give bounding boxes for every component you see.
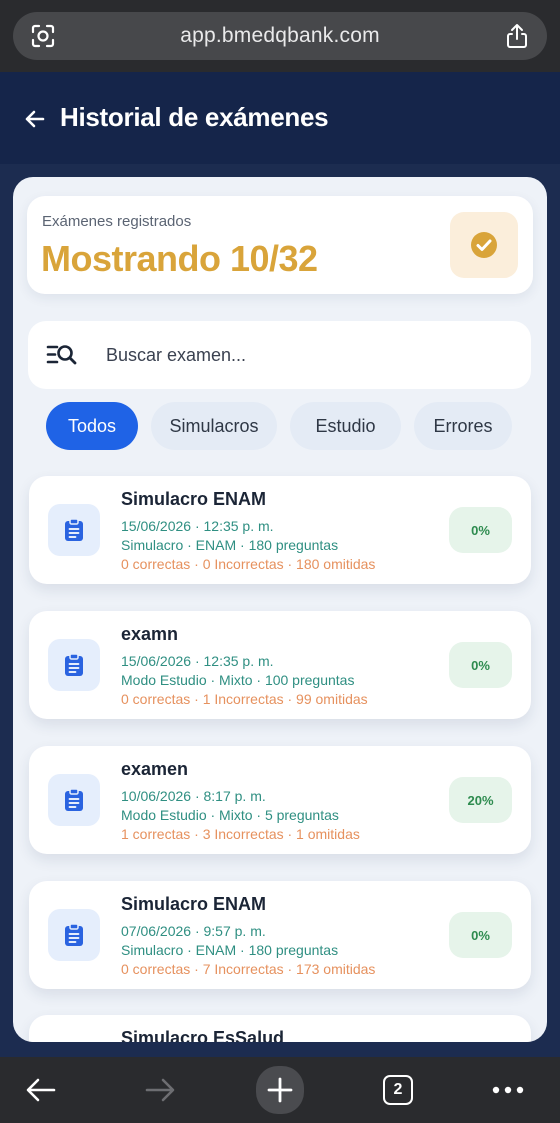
address-bar[interactable]: app.bmedqbank.com [13, 12, 547, 60]
search-bar[interactable] [28, 321, 531, 389]
browser-back-button[interactable] [19, 1068, 63, 1112]
exam-icon-box [48, 639, 100, 691]
arrow-left-icon [26, 1078, 56, 1102]
summary-card: Exámenes registrados Mostrando 10/32 [27, 196, 533, 294]
browser-toolbar: app.bmedqbank.com [0, 0, 560, 72]
content-panel: Exámenes registrados Mostrando 10/32 Tod… [13, 177, 547, 1042]
check-circle-icon [471, 232, 497, 258]
exam-title: Simulacro ENAM [121, 894, 267, 914]
page-title: Historial de exámenes [60, 102, 329, 132]
tab-todos[interactable]: Todos [46, 402, 138, 450]
score-badge: 0% [449, 912, 512, 958]
exam-meta: Simulacro · ENAM · 180 preguntas [121, 537, 339, 553]
exam-card[interactable]: Simulacro EsSalud [29, 1015, 531, 1042]
browser-bottom-toolbar: 2 [0, 1057, 560, 1123]
exam-stats: 0 correctas · 1 Incorrectas · 99 omitida… [121, 691, 368, 707]
exam-card[interactable]: Simulacro ENAM 15/06/2026 · 12:35 p. m. … [29, 476, 531, 584]
tabs-button[interactable]: 2 [376, 1068, 420, 1112]
exam-date: 07/06/2026 · 9:57 p. m. [121, 923, 266, 939]
exam-title: Simulacro ENAM [121, 489, 267, 509]
lens-icon[interactable] [29, 22, 57, 50]
arrow-left-icon[interactable] [22, 106, 48, 132]
exam-icon-box [48, 504, 100, 556]
exam-title: examen [121, 759, 189, 779]
more-dots-icon [492, 1086, 524, 1094]
exam-stats: 0 correctas · 7 Incorrectas · 173 omitid… [121, 961, 376, 977]
search-list-icon [46, 345, 77, 365]
exam-card[interactable]: examn 15/06/2026 · 12:35 p. m. Modo Estu… [29, 611, 531, 719]
exam-meta: Modo Estudio · Mixto · 5 preguntas [121, 807, 339, 823]
exam-date: 10/06/2026 · 8:17 p. m. [121, 788, 266, 804]
new-tab-button[interactable] [256, 1066, 304, 1114]
summary-badge [450, 212, 518, 278]
url-text[interactable]: app.bmedqbank.com [180, 24, 380, 48]
clipboard-icon [65, 518, 83, 541]
exam-icon-box [48, 774, 100, 826]
clipboard-icon [65, 788, 83, 811]
exam-title: Simulacro EsSalud [121, 1028, 285, 1042]
exam-meta: Modo Estudio · Mixto · 100 preguntas [121, 672, 355, 688]
exam-meta: Simulacro · ENAM · 180 preguntas [121, 942, 339, 958]
arrow-right-icon [145, 1078, 175, 1102]
exam-date: 15/06/2026 · 12:35 p. m. [121, 518, 274, 534]
summary-value: Mostrando 10/32 [41, 238, 318, 279]
more-button[interactable] [486, 1068, 530, 1112]
exam-icon-box [48, 909, 100, 961]
tab-simulacros[interactable]: Simulacros [151, 402, 277, 450]
clipboard-icon [65, 923, 83, 946]
tab-estudio[interactable]: Estudio [290, 402, 401, 450]
plus-icon [267, 1077, 293, 1103]
search-input[interactable] [106, 337, 506, 373]
exam-date: 15/06/2026 · 12:35 p. m. [121, 653, 274, 669]
clipboard-icon [65, 653, 83, 676]
summary-label: Exámenes registrados [42, 213, 192, 230]
share-icon[interactable] [503, 22, 531, 50]
exam-title: examn [121, 624, 179, 644]
exam-stats: 0 correctas · 0 Incorrectas · 180 omitid… [121, 556, 376, 572]
exam-card[interactable]: Simulacro ENAM 07/06/2026 · 9:57 p. m. S… [29, 881, 531, 989]
score-badge: 0% [449, 507, 512, 553]
tab-count: 2 [383, 1075, 413, 1105]
tab-errores[interactable]: Errores [414, 402, 512, 450]
exam-stats: 1 correctas · 3 Incorrectas · 1 omitidas [121, 826, 360, 842]
browser-forward-button[interactable] [138, 1068, 182, 1112]
score-badge: 20% [449, 777, 512, 823]
exam-card[interactable]: examen 10/06/2026 · 8:17 p. m. Modo Estu… [29, 746, 531, 854]
app-header: Historial de exámenes [0, 72, 560, 164]
score-badge: 0% [449, 642, 512, 688]
